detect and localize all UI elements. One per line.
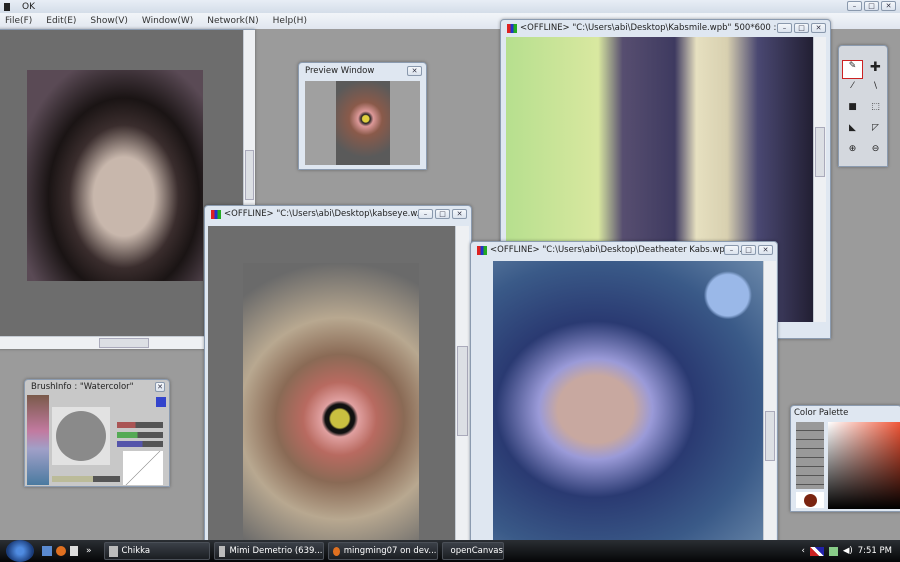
- taskbar-label: Chikka: [121, 546, 151, 556]
- maximize-button[interactable]: □: [794, 23, 809, 33]
- pressure-curve[interactable]: [123, 451, 163, 485]
- select-rect-icon[interactable]: ⬚: [865, 102, 886, 121]
- quicklaunch-icon[interactable]: [70, 546, 78, 556]
- menu-show[interactable]: Show(V): [90, 16, 127, 26]
- zoom-out-icon[interactable]: ⊖: [865, 144, 886, 163]
- app-icon: [4, 2, 10, 11]
- brush-type-list[interactable]: [27, 395, 49, 485]
- volume-icon[interactable]: ◀): [843, 546, 853, 556]
- color-swatches[interactable]: [796, 422, 824, 489]
- line-tool-icon[interactable]: \: [865, 81, 886, 100]
- taskbar-item-chikka[interactable]: Chikka: [103, 542, 210, 560]
- network-icon[interactable]: [828, 546, 838, 556]
- app-title-bar: OK – □ ✕: [0, 0, 900, 13]
- color-palette-panel: Color Palette: [790, 405, 900, 512]
- density-slider[interactable]: [52, 476, 120, 482]
- canvas-window-kabseye: <OFFLINE> "C:\Users\abi\Desktop\kabseye.…: [204, 205, 472, 546]
- firefox-icon[interactable]: [56, 546, 66, 556]
- lasso-icon[interactable]: ◣: [842, 123, 863, 142]
- opencanvas-icon: [477, 245, 487, 255]
- close-button[interactable]: ✕: [407, 66, 422, 76]
- preview-window-title: Preview Window: [305, 66, 375, 76]
- canvas-artwork: [27, 70, 203, 281]
- tray-expand-icon[interactable]: ‹: [801, 546, 804, 556]
- zoom-in-icon[interactable]: ⊕: [842, 144, 863, 163]
- brush-color-slider-blue[interactable]: [117, 441, 163, 447]
- close-button[interactable]: ✕: [881, 1, 896, 11]
- language-flag-icon[interactable]: [809, 546, 824, 556]
- preview-window: Preview Window ✕: [298, 62, 427, 170]
- move-tool-icon[interactable]: ✚: [865, 60, 886, 79]
- minimize-button[interactable]: –: [724, 245, 739, 255]
- close-button[interactable]: ✕: [758, 245, 773, 255]
- canvas-artwork: [493, 261, 763, 546]
- vertical-scrollbar[interactable]: [763, 261, 776, 546]
- minimize-button[interactable]: –: [847, 1, 862, 11]
- taskbar: » Chikka Mimi Demetrio (639... mingming0…: [0, 540, 900, 562]
- canvas-artwork: [243, 263, 419, 546]
- brush-color-slider-green[interactable]: [117, 432, 163, 438]
- color-picker-field[interactable]: [828, 422, 900, 509]
- window-title: <OFFLINE> "C:\Users\abi\Desktop\Deatheat…: [490, 245, 745, 255]
- brush-color-slider-red[interactable]: [117, 422, 163, 428]
- start-button[interactable]: [6, 540, 34, 562]
- app-title: OK: [22, 1, 35, 12]
- taskbar-item-opencanvas[interactable]: openCanvas1.1: [441, 542, 504, 560]
- close-button[interactable]: ✕: [155, 382, 165, 392]
- clock[interactable]: 7:51 PM: [858, 546, 892, 556]
- minimize-button[interactable]: –: [777, 23, 792, 33]
- taskbar-label: mingming07 on dev...: [343, 546, 437, 556]
- window-title: <OFFLINE> "C:\Users\abi\Desktop\kabseye.…: [224, 209, 425, 219]
- maximize-button[interactable]: □: [435, 209, 450, 219]
- brush-info-panel: BrushInfo : "Watercolor" ✕: [24, 379, 170, 487]
- brush-size-preview[interactable]: [52, 407, 110, 465]
- preview-thumbnail: [336, 81, 390, 165]
- window-title: <OFFLINE> "C:\Users\abi\Desktop\Kabsmile…: [520, 23, 793, 33]
- menu-network[interactable]: Network(N): [207, 16, 258, 26]
- current-color-swatch[interactable]: [796, 492, 824, 508]
- fill-rect-icon[interactable]: ■: [842, 102, 863, 121]
- vertical-scrollbar[interactable]: [455, 226, 469, 546]
- close-button[interactable]: ✕: [452, 209, 467, 219]
- maximize-button[interactable]: □: [864, 1, 879, 11]
- maximize-button[interactable]: □: [741, 245, 756, 255]
- taskbar-item-mimi[interactable]: Mimi Demetrio (639...: [213, 542, 324, 560]
- menu-file[interactable]: File(F): [5, 16, 32, 26]
- menu-edit[interactable]: Edit(E): [46, 16, 76, 26]
- toolbox: ✎ ✚ ⁄ \ ■ ⬚ ◣ ◸ ⊕ ⊖: [838, 45, 888, 167]
- color-palette-title: Color Palette: [794, 408, 849, 418]
- menu-help[interactable]: Help(H): [273, 16, 307, 26]
- taskbar-label: Mimi Demetrio (639...: [229, 546, 323, 556]
- pen-tool-icon[interactable]: ✎: [842, 60, 863, 79]
- minimize-button[interactable]: –: [418, 209, 433, 219]
- show-desktop-icon[interactable]: [42, 546, 52, 556]
- app-icon: [218, 545, 226, 557]
- canvas-window-deatheater: <OFFLINE> "C:\Users\abi\Desktop\Deatheat…: [470, 241, 778, 546]
- taskbar-label: openCanvas1.1: [450, 546, 503, 556]
- polygon-icon[interactable]: ◸: [865, 123, 886, 142]
- menu-window[interactable]: Window(W): [142, 16, 193, 26]
- firefox-icon: [332, 546, 340, 556]
- taskbar-item-firefox[interactable]: mingming07 on dev...: [327, 542, 438, 560]
- system-tray: ‹ ◀) 7:51 PM: [801, 546, 892, 556]
- opencanvas-icon: [507, 23, 517, 33]
- eyedropper-icon[interactable]: ⁄: [842, 81, 863, 100]
- app-icon: [108, 545, 118, 557]
- save-brush-icon[interactable]: [156, 397, 166, 407]
- close-button[interactable]: ✕: [811, 23, 826, 33]
- opencanvas-icon: [211, 209, 221, 219]
- quicklaunch-more-icon[interactable]: »: [86, 546, 92, 556]
- brush-info-title: BrushInfo : "Watercolor": [31, 382, 134, 392]
- vertical-scrollbar[interactable]: [813, 37, 826, 322]
